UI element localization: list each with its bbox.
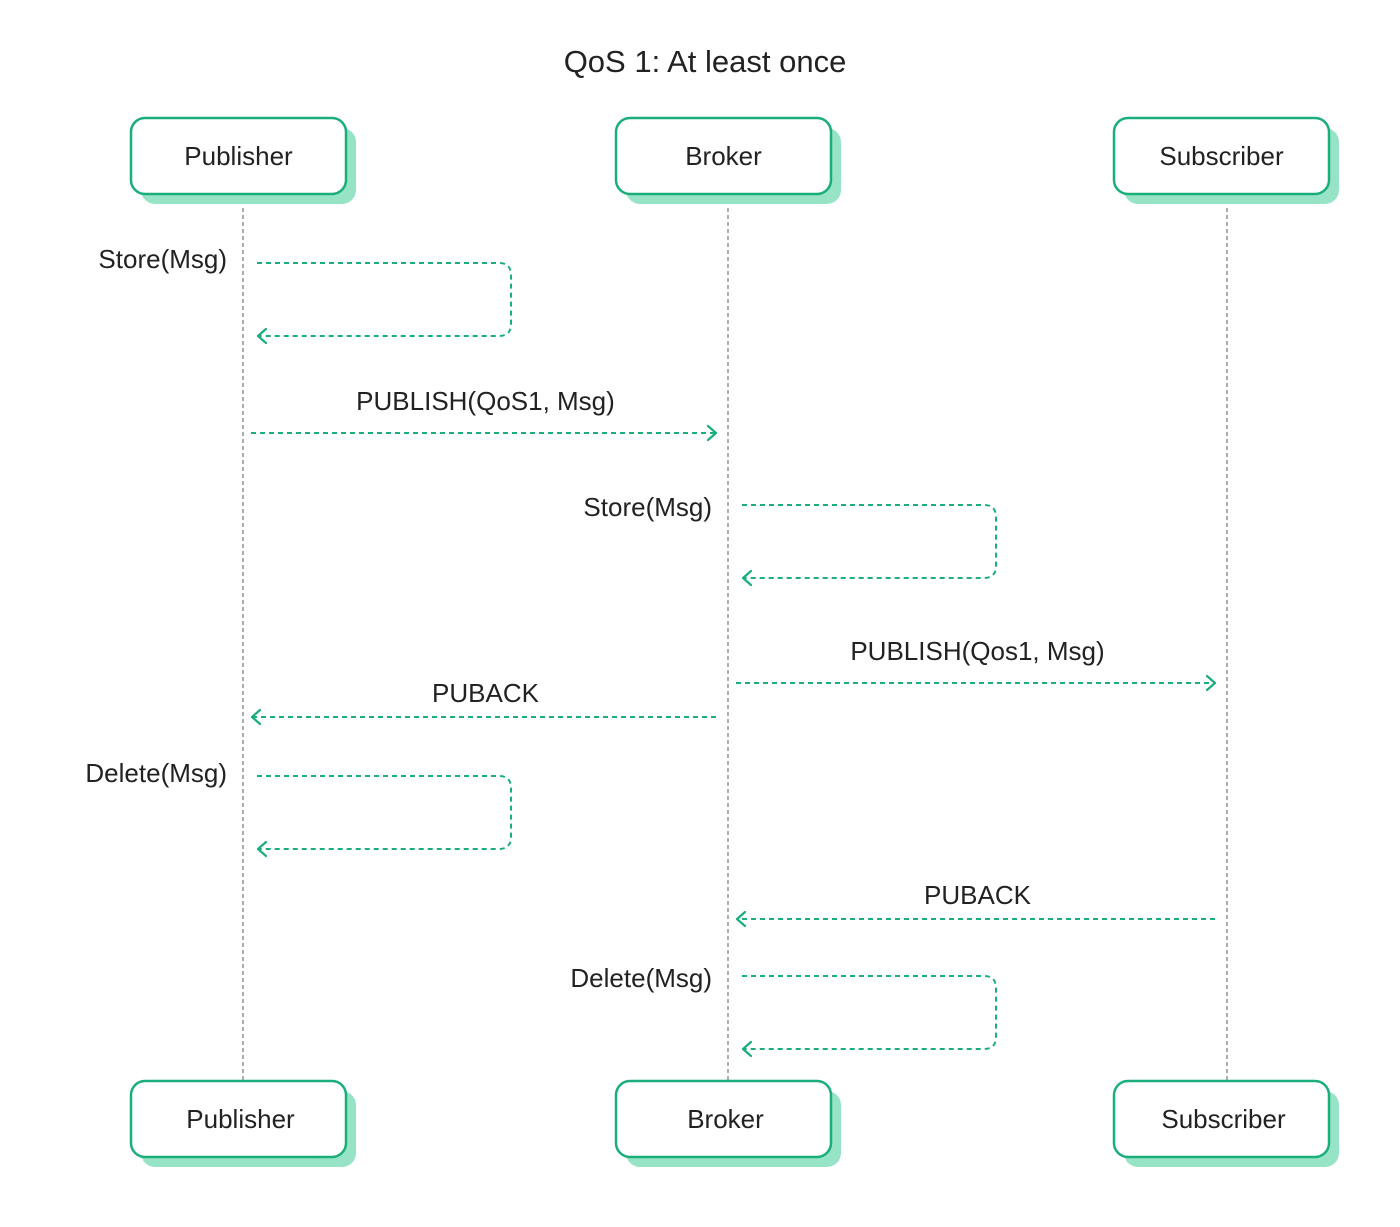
self-call-line xyxy=(257,262,512,337)
actor-publisher-bottom: Publisher xyxy=(129,1079,356,1167)
message-label: Store(Msg) xyxy=(98,244,227,274)
diagram-title: QoS 1: At least once xyxy=(564,44,847,79)
actor-broker-top: Broker xyxy=(614,116,841,204)
self-call-line xyxy=(742,504,997,579)
actor-label: Subscriber xyxy=(1159,141,1284,171)
arrow-left-icon xyxy=(741,569,753,587)
messages: Store(Msg) PUBLISH(QoS1, Msg) Store(Msg) PU… xyxy=(85,244,1217,1058)
message-self-2: Store(Msg) xyxy=(583,492,997,587)
actor-publisher-top: Publisher xyxy=(129,116,356,204)
arrow-left-icon xyxy=(256,327,268,345)
actor-label: Subscriber xyxy=(1161,1104,1286,1134)
message-label: Delete(Msg) xyxy=(570,963,712,993)
message-6: PUBACK xyxy=(735,880,1215,928)
self-call-line xyxy=(742,975,997,1050)
actor-subscriber-bottom: Subscriber xyxy=(1112,1079,1339,1167)
message-self-5: Delete(Msg) xyxy=(85,758,512,858)
message-label: Store(Msg) xyxy=(583,492,712,522)
message-label: PUBACK xyxy=(924,880,1032,910)
actor-label: Publisher xyxy=(184,141,293,171)
actor-label: Publisher xyxy=(186,1104,295,1134)
actor-label: Broker xyxy=(685,141,762,171)
arrow-left-icon xyxy=(256,840,268,858)
message-label: PUBLISH(Qos1, Msg) xyxy=(850,636,1104,666)
message-label: PUBACK xyxy=(432,678,540,708)
message-self-7: Delete(Msg) xyxy=(570,963,997,1058)
message-self-0: Store(Msg) xyxy=(98,244,512,345)
message-label: Delete(Msg) xyxy=(85,758,227,788)
message-1: PUBLISH(QoS1, Msg) xyxy=(251,386,718,442)
self-call-line xyxy=(257,775,512,850)
message-label: PUBLISH(QoS1, Msg) xyxy=(356,386,615,416)
actor-subscriber-top: Subscriber xyxy=(1112,116,1339,204)
actors-bottom: Publisher Broker Subscriber xyxy=(129,1079,1339,1167)
message-3: PUBLISH(Qos1, Msg) xyxy=(736,636,1217,692)
message-4: PUBACK xyxy=(250,678,716,726)
arrow-left-icon xyxy=(741,1040,753,1058)
actor-label: Broker xyxy=(687,1104,764,1134)
actors-top: Publisher Broker Subscriber xyxy=(129,116,1339,204)
actor-broker-bottom: Broker xyxy=(614,1079,841,1167)
sequence-diagram: QoS 1: At least once Publisher Broker Subs… xyxy=(85,44,1339,1167)
